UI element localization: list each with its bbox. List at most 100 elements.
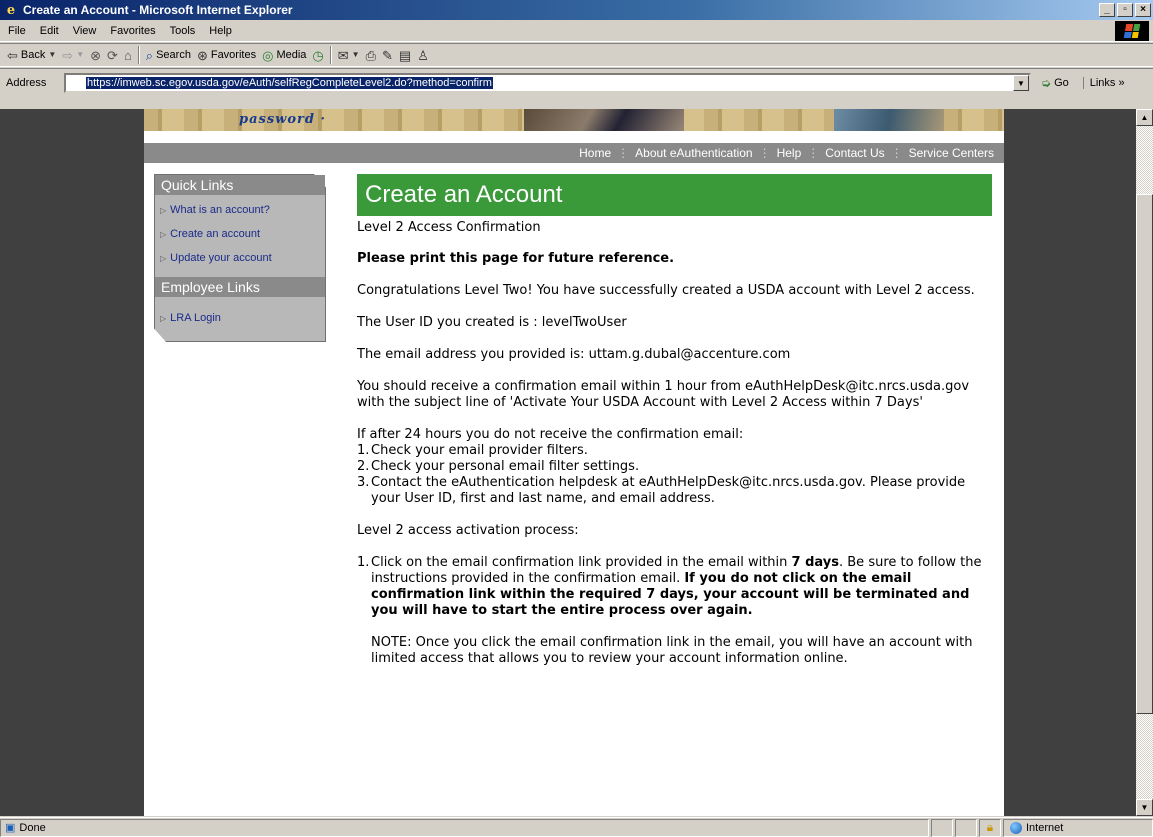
banner-spacer <box>144 131 1004 143</box>
troubleshoot-list: 1. Check your email provider filters. 2. C… <box>357 443 994 507</box>
messenger-button[interactable]: ♙ <box>414 44 432 66</box>
stop-icon: ⊗ <box>90 47 102 63</box>
sidebar-item-update-account[interactable]: ▷ Update your account <box>160 246 325 270</box>
history-button[interactable]: ◷ <box>309 44 326 66</box>
sidebar-item-what-is-account[interactable]: ▷ What is an account? <box>160 198 325 222</box>
discuss-icon: ▤ <box>398 47 412 63</box>
mail-button[interactable]: ✉ ▼ <box>335 44 363 66</box>
toolbar-separator <box>329 46 332 64</box>
print-button[interactable]: ⎙ <box>363 44 379 66</box>
windows-logo-icon <box>1115 21 1149 41</box>
list-item: 1. Click on the email confirmation link … <box>357 555 982 618</box>
email-text: The email address you provided is: uttam… <box>357 347 791 362</box>
standard-toolbar: ⇦ Back ▼ ⇨ ▼ ⊗ ⟳ ⌂ ⌕ Search ⊛ Favorites … <box>0 43 1153 67</box>
menu-view[interactable]: View <box>66 25 104 37</box>
toolbar-separator <box>137 46 140 64</box>
scroll-thumb[interactable] <box>1136 194 1153 714</box>
print-icon: ⎙ <box>365 47 376 63</box>
menu-file[interactable]: File <box>0 25 33 37</box>
page-viewport: password · Home ⋮ About eAuthentication … <box>0 109 1136 816</box>
search-button[interactable]: ⌕ Search <box>143 44 194 66</box>
globe-icon <box>1010 821 1022 834</box>
search-label: Search <box>156 49 191 61</box>
address-url: https://imweb.sc.egov.usda.gov/eAuth/sel… <box>86 77 493 89</box>
page-subtitle: Level 2 Access Confirmation <box>357 220 541 235</box>
note-text: NOTE: Once you click the email confirmat… <box>371 635 973 666</box>
banner-password-text: password · <box>239 112 327 127</box>
scroll-down-icon[interactable]: ▼ <box>1136 799 1153 816</box>
sidebar-item-create-account[interactable]: ▷ Create an account <box>160 222 325 246</box>
main-content: Create an Account Level 2 Access Confirm… <box>357 174 994 683</box>
arrow-right-icon: ▷ <box>160 253 167 263</box>
back-button[interactable]: ⇦ Back ▼ <box>4 44 59 66</box>
menu-tools[interactable]: Tools <box>163 25 203 37</box>
nav-home[interactable]: Home <box>573 146 617 160</box>
forward-button[interactable]: ⇨ ▼ <box>59 44 87 66</box>
sidebar-item-lra-login[interactable]: ▷ LRA Login <box>160 306 325 330</box>
nav-about[interactable]: About eAuthentication <box>629 146 758 160</box>
menu-edit[interactable]: Edit <box>33 25 66 37</box>
links-button[interactable]: Links » <box>1082 77 1125 89</box>
print-notice: Please print this page for future refere… <box>357 251 675 266</box>
home-button[interactable]: ⌂ <box>121 44 135 66</box>
congratulations-text: Congratulations Level Two! You have succ… <box>357 283 975 298</box>
page-title: Create an Account <box>357 174 992 216</box>
history-icon: ◷ <box>312 47 324 63</box>
address-dropdown-icon[interactable]: ▼ <box>1013 75 1029 91</box>
favorites-button[interactable]: ⊛ Favorites <box>194 44 259 66</box>
mail-dropdown-icon: ▼ <box>351 50 360 59</box>
forward-dropdown-icon: ▼ <box>76 50 85 59</box>
go-arrow-icon: ➭ <box>1041 76 1052 90</box>
status-cell <box>931 818 953 837</box>
list-item: 3. Contact the eAuthentication helpdesk a… <box>357 475 966 506</box>
nav-separator: ⋮ <box>890 146 903 160</box>
ie-logo-icon: e <box>6 2 16 18</box>
favorites-star-icon: ⊛ <box>196 47 208 63</box>
user-id-text: The User ID you created is : levelTwoUse… <box>357 315 627 330</box>
sidebar: Quick Links ▷ What is an account? ▷ Crea… <box>154 174 329 344</box>
menu-favorites[interactable]: Favorites <box>103 25 162 37</box>
web-page: password · Home ⋮ About eAuthentication … <box>144 109 1004 816</box>
back-arrow-icon: ⇦ <box>7 47 18 63</box>
refresh-button[interactable]: ⟳ <box>104 44 121 66</box>
address-input[interactable]: https://imweb.sc.egov.usda.gov/eAuth/sel… <box>64 73 1031 93</box>
vertical-scrollbar[interactable]: ▲ ▼ <box>1136 109 1153 816</box>
sidebar-item-label: LRA Login <box>170 312 221 324</box>
go-button[interactable]: ➭ Go <box>1041 76 1069 90</box>
banner-photo <box>834 109 944 131</box>
status-text: Done <box>19 821 46 834</box>
go-label: Go <box>1054 77 1069 89</box>
sidebar-item-label: Create an account <box>170 228 261 240</box>
edit-icon: ✎ <box>381 47 393 63</box>
menu-help[interactable]: Help <box>202 25 239 37</box>
address-label: Address <box>6 77 47 89</box>
list-item: 1. Check your email provider filters. <box>357 443 588 458</box>
back-label: Back <box>20 49 46 61</box>
maximize-button[interactable]: ▫ <box>1117 3 1133 17</box>
nav-help[interactable]: Help <box>771 146 808 160</box>
media-button[interactable]: ◎ Media <box>259 44 309 66</box>
arrow-right-icon: ▷ <box>160 229 167 239</box>
minimize-button[interactable]: _ <box>1099 3 1115 17</box>
address-bar: Address https://imweb.sc.egov.usda.gov/e… <box>0 68 1153 108</box>
list-item-note: NOTE: Once you click the email confirmat… <box>357 635 994 667</box>
edit-button[interactable]: ✎ <box>379 44 396 66</box>
stop-button[interactable]: ⊗ <box>87 44 104 66</box>
sidebar-item-label: Update your account <box>170 252 272 264</box>
favorites-label: Favorites <box>210 49 257 61</box>
close-button[interactable]: × <box>1135 3 1151 17</box>
scroll-up-icon[interactable]: ▲ <box>1136 109 1153 126</box>
quick-links-heading: Quick Links <box>155 175 325 195</box>
media-icon: ◎ <box>262 47 274 63</box>
nav-separator: ⋮ <box>617 146 630 160</box>
status-cell <box>955 818 977 837</box>
activation-list: 1. Click on the email confirmation link … <box>357 555 994 667</box>
refresh-icon: ⟳ <box>107 47 118 63</box>
home-icon: ⌂ <box>123 47 132 63</box>
messenger-icon: ♙ <box>417 47 429 63</box>
security-zone: Internet <box>1003 818 1153 837</box>
nav-contact[interactable]: Contact Us <box>819 146 890 160</box>
employee-links-heading: Employee Links <box>155 277 325 297</box>
nav-service-centers[interactable]: Service Centers <box>903 146 1000 160</box>
discuss-button[interactable]: ▤ <box>396 44 414 66</box>
